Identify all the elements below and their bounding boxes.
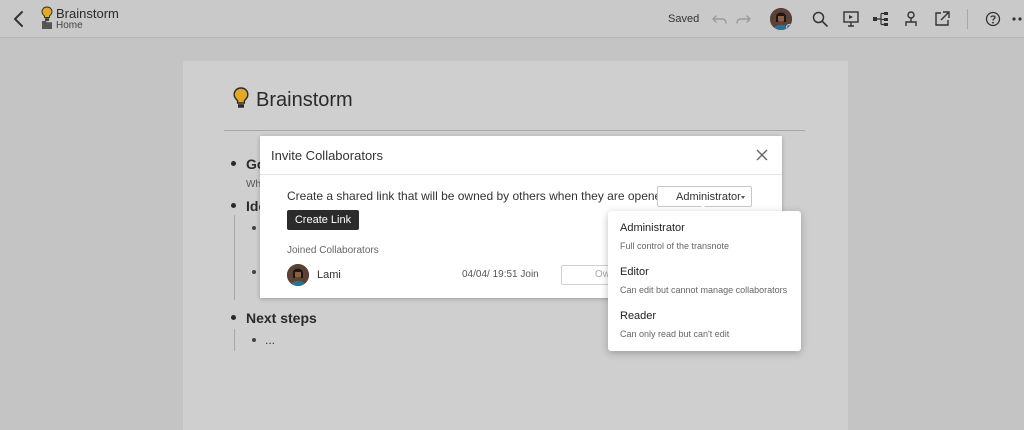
heading-divider	[224, 130, 805, 131]
role-option-description: Can edit but cannot manage collaborators	[620, 285, 788, 295]
mindmap-icon[interactable]	[872, 10, 890, 28]
share-link-description: Create a shared link that will be owned …	[287, 189, 672, 203]
role-select-value: Administrator	[676, 191, 741, 203]
online-badge	[786, 24, 792, 30]
redo-icon[interactable]	[734, 10, 752, 28]
close-icon[interactable]	[756, 149, 768, 161]
share-external-icon[interactable]	[933, 10, 951, 28]
help-icon[interactable]	[984, 10, 1002, 28]
bullet-point	[231, 161, 236, 166]
collaborator-join-time: 04/04/ 19:51 Join	[462, 269, 539, 280]
role-dropdown-menu: Administrator Full control of the transn…	[608, 211, 801, 351]
doc-heading[interactable]: Brainstorm	[256, 89, 353, 112]
role-option-reader[interactable]: Reader Can only read but can't edit	[608, 299, 801, 343]
indent-guide	[234, 215, 235, 300]
toolbar-divider	[967, 9, 968, 29]
joined-collaborators-label: Joined Collaborators	[287, 245, 379, 256]
sub-bullet-point	[252, 338, 256, 342]
search-icon[interactable]	[811, 10, 829, 28]
role-select[interactable]: Administrator	[657, 186, 752, 207]
title-lightbulb-icon	[233, 87, 249, 108]
chevron-down-icon	[741, 196, 745, 199]
role-option-administrator[interactable]: Administrator Full control of the transn…	[608, 211, 801, 255]
back-arrow-icon[interactable]	[10, 9, 28, 29]
avatar-portrait-icon	[287, 264, 309, 286]
collaborator-name: Lami	[317, 269, 341, 281]
folder-icon	[42, 21, 52, 29]
role-option-name: Reader	[620, 310, 657, 322]
dialog-title: Invite Collaborators	[271, 148, 383, 163]
bullet-point	[231, 315, 236, 320]
bullet-goals-note[interactable]: Wh	[246, 179, 261, 190]
dialog-divider	[260, 174, 782, 175]
folder-breadcrumb[interactable]: Home	[56, 20, 83, 31]
role-option-editor[interactable]: Editor Can edit but cannot manage collab…	[608, 255, 801, 299]
bullet-point	[231, 203, 236, 208]
role-option-name: Administrator	[620, 222, 685, 234]
role-option-description: Can only read but can't edit	[620, 329, 730, 339]
create-link-button[interactable]: Create Link	[287, 210, 359, 230]
role-option-name: Editor	[620, 266, 649, 278]
more-icon[interactable]	[1011, 10, 1024, 28]
sub-bullet-point	[252, 270, 256, 274]
presentation-icon[interactable]	[842, 10, 860, 28]
indent-guide	[234, 329, 235, 351]
collaborators-icon[interactable]	[902, 10, 920, 28]
undo-icon[interactable]	[711, 10, 729, 28]
bullet-next-steps[interactable]: Next steps	[246, 310, 317, 326]
save-status: Saved	[668, 13, 700, 25]
document-title[interactable]: Brainstorm	[56, 6, 119, 21]
top-bar: Brainstorm Home Saved	[0, 0, 1024, 38]
next-steps-child[interactable]: ...	[265, 333, 275, 347]
role-option-description: Full control of the transnote	[620, 241, 730, 251]
sub-bullet-point	[252, 226, 256, 230]
user-avatar[interactable]	[770, 8, 792, 30]
collaborator-avatar	[287, 264, 309, 286]
